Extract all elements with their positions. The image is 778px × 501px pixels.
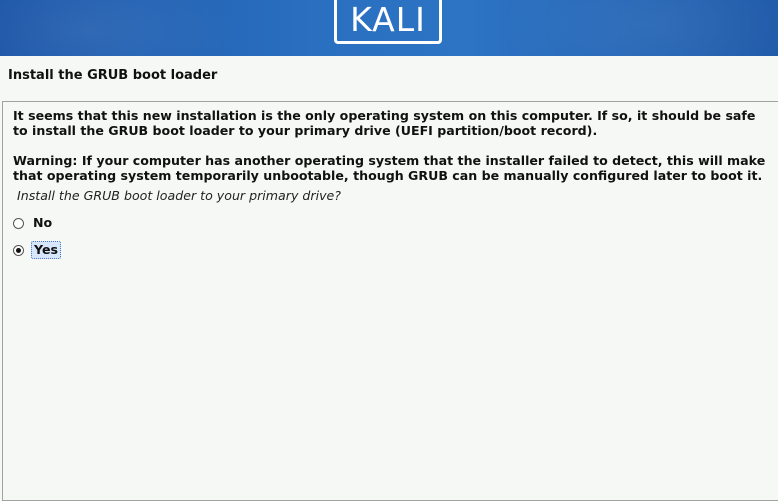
page-title: Install the GRUB boot loader [8,68,218,83]
kali-logo-text: KALI [350,0,426,39]
content-panel: It seems that this new installation is t… [2,101,778,501]
question-text: Install the GRUB boot loader to your pri… [17,188,341,203]
option-yes[interactable]: Yes [13,241,62,259]
kali-logo: KALI [334,0,442,44]
info-paragraph: It seems that this new installation is t… [13,108,756,138]
radio-yes[interactable] [13,244,24,256]
radio-no[interactable] [13,217,24,229]
option-yes-label[interactable]: Yes [31,241,62,259]
option-no[interactable]: No [13,214,54,232]
kali-banner: KALI [0,0,778,56]
option-no-label[interactable]: No [31,215,54,231]
warning-paragraph: Warning: If your computer has another op… [13,153,766,183]
